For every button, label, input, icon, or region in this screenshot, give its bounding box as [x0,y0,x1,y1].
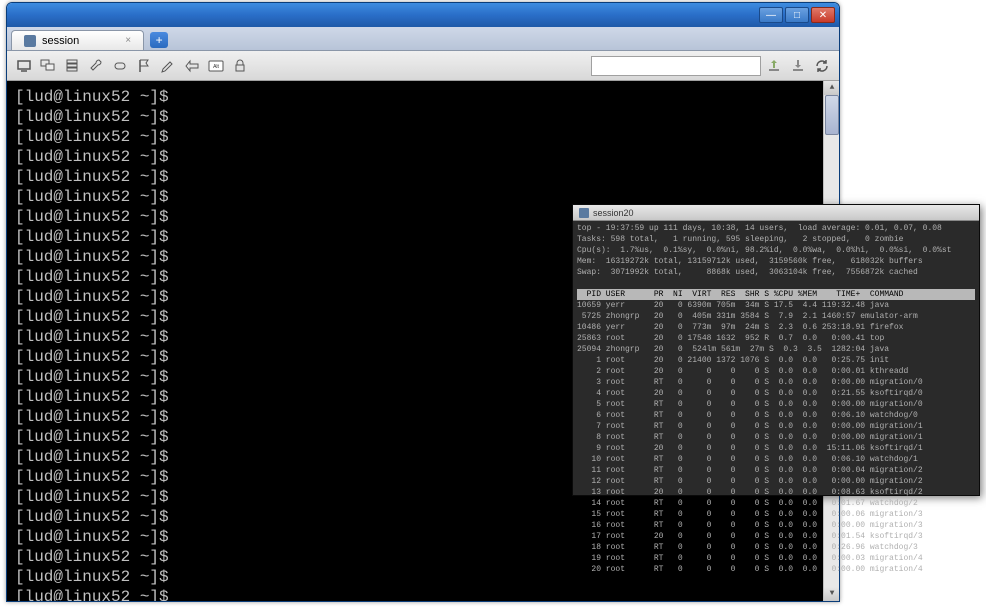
scroll-up-arrow[interactable]: ▲ [824,81,839,95]
tab-bar: session × + [7,27,839,51]
brush-icon[interactable] [157,55,179,77]
svg-text:Alt: Alt [213,64,219,70]
scroll-down-arrow[interactable]: ▼ [824,587,839,601]
titlebar[interactable]: — □ ✕ [7,3,839,27]
scroll-thumb[interactable] [825,95,839,135]
tab-session[interactable]: session × [11,30,144,50]
close-button[interactable]: ✕ [811,7,835,23]
minimize-button[interactable]: — [759,7,783,23]
download-icon[interactable] [787,55,809,77]
flag-icon[interactable] [133,55,155,77]
tab-label: session [42,35,79,47]
lock-icon[interactable] [229,55,251,77]
search-input[interactable] [591,56,761,76]
popup-window[interactable]: session20 top - 19:37:59 up 111 days, 10… [572,204,980,496]
top-output: top - 19:37:59 up 111 days, 10:38, 14 us… [573,221,979,577]
tab-close-icon[interactable]: × [125,35,131,46]
monitor-icon[interactable] [13,55,35,77]
sessions-icon[interactable] [37,55,59,77]
terminal-icon [24,35,36,47]
tools-icon[interactable] [85,55,107,77]
upload-icon[interactable] [763,55,785,77]
terminal-icon [579,208,589,218]
popup-titlebar[interactable]: session20 [573,205,979,221]
alt-key-icon[interactable]: Alt [205,55,227,77]
toolbar: Alt [7,51,839,81]
games-icon[interactable] [109,55,131,77]
popup-title: session20 [593,208,634,218]
log-icon[interactable] [181,55,203,77]
refresh-icon[interactable] [811,55,833,77]
maximize-button[interactable]: □ [785,7,809,23]
new-tab-button[interactable]: + [150,32,168,48]
servers-icon[interactable] [61,55,83,77]
